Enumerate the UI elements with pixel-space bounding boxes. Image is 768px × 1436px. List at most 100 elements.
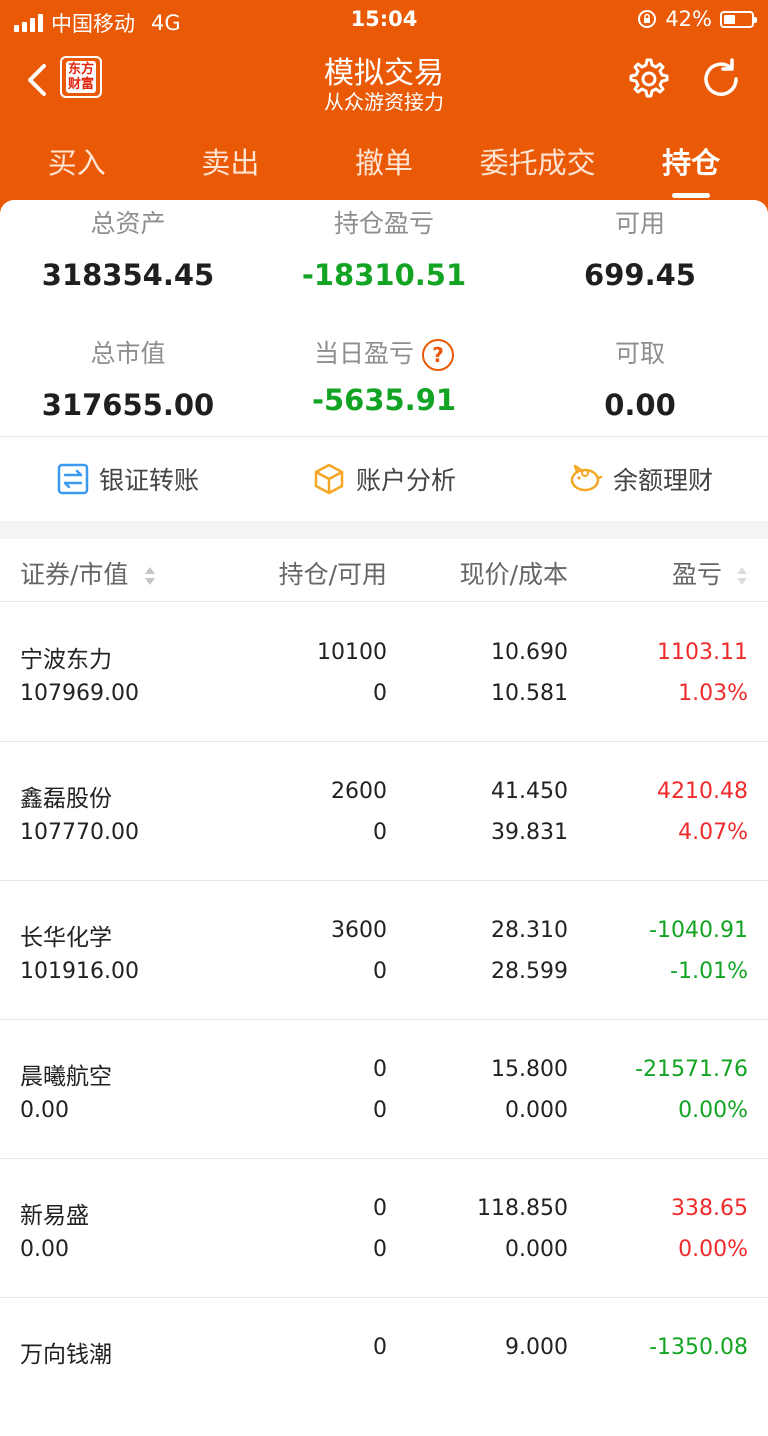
stock-market-value: 107770.00 xyxy=(20,820,139,845)
stock-pl-percent: 4.07% xyxy=(678,820,748,845)
holdings-table-header: 证券/市值 持仓/可用 现价/成本 盈亏 xyxy=(0,539,768,602)
daily-pl-value: -5635.91 xyxy=(311,383,457,417)
stock-quantity: 0 xyxy=(373,1335,387,1360)
box-icon xyxy=(314,463,344,495)
stock-pl: -1040.91 xyxy=(649,918,748,943)
total-assets: 总资产 318354.45 xyxy=(0,204,256,292)
piggy-bank-icon xyxy=(570,464,603,492)
battery-percent: 42% xyxy=(665,7,712,31)
stock-pl: 4210.48 xyxy=(657,779,748,804)
total-assets-value: 318354.45 xyxy=(41,258,215,292)
stock-price: 10.690 xyxy=(491,640,568,665)
daily-pl: 当日盈亏? -5635.91 xyxy=(256,334,512,422)
tab-positions[interactable]: 持仓 xyxy=(614,124,768,204)
account-summary: 总资产 318354.45 持仓盈亏 -18310.51 可用 699.45 总… xyxy=(0,200,768,436)
quick-actions: 银证转账 账户分析 余额理财 xyxy=(0,437,768,521)
market-value: 总市值 317655.00 xyxy=(0,334,256,422)
tab-buy[interactable]: 买入 xyxy=(0,124,154,204)
battery-icon xyxy=(720,10,757,28)
bank-transfer-button[interactable]: 银证转账 xyxy=(0,437,256,521)
stock-available: 0 xyxy=(373,1237,387,1262)
position-pl: 持仓盈亏 -18310.51 xyxy=(256,204,512,292)
stock-pl-percent: 0.00% xyxy=(678,1237,748,1262)
header-security: 证券/市值 xyxy=(20,560,129,589)
sort-icon xyxy=(737,567,747,585)
stock-cost: 10.581 xyxy=(491,681,568,706)
stock-available: 0 xyxy=(373,959,387,984)
tab-orders[interactable]: 委托成交 xyxy=(461,124,615,204)
stock-quantity: 10100 xyxy=(317,640,387,665)
sort-by-pl[interactable]: 盈亏 xyxy=(672,555,748,591)
stock-name: 鑫磊股份 xyxy=(20,786,112,812)
stock-pl: 1103.11 xyxy=(657,640,748,665)
withdrawable-label: 可取 xyxy=(614,339,665,368)
stock-cost: 28.599 xyxy=(491,959,568,984)
table-row[interactable]: 宁波东力 107969.00 10100 0 10.690 10.581 110… xyxy=(0,602,768,742)
available-funds: 可用 699.45 xyxy=(512,204,768,292)
stock-name: 宁波东力 xyxy=(20,647,112,673)
nav-bar: 东方 财富 模拟交易 从众游资接力 xyxy=(0,40,768,124)
account-analysis-label: 账户分析 xyxy=(355,466,456,495)
stock-cost: 0.000 xyxy=(505,1098,568,1123)
tab-sell[interactable]: 卖出 xyxy=(154,124,308,204)
stock-available: 0 xyxy=(373,820,387,845)
refresh-button[interactable] xyxy=(698,56,744,102)
stock-pl: -21571.76 xyxy=(635,1057,748,1082)
daily-pl-label: 当日盈亏 xyxy=(313,339,414,368)
stock-cost: 0.000 xyxy=(505,1237,568,1262)
stock-available: 0 xyxy=(373,1098,387,1123)
withdrawable-funds: 可取 0.00 xyxy=(512,334,768,422)
available-label: 可用 xyxy=(614,209,665,238)
settings-button[interactable] xyxy=(626,56,672,102)
sort-icon xyxy=(145,567,156,585)
stock-price: 28.310 xyxy=(491,918,568,943)
stock-price: 41.450 xyxy=(491,779,568,804)
trade-tabs: 买入 卖出 撤单 委托成交 持仓 xyxy=(0,124,768,204)
stock-market-value: 0.00 xyxy=(20,1098,69,1123)
header-pl: 盈亏 xyxy=(672,560,723,589)
position-pl-label: 持仓盈亏 xyxy=(333,209,434,238)
table-row[interactable]: 鑫磊股份 107770.00 2600 0 41.450 39.831 4210… xyxy=(0,741,768,881)
stock-market-value: 107969.00 xyxy=(20,681,139,706)
market-value-value: 317655.00 xyxy=(41,388,215,422)
transfer-icon xyxy=(57,463,89,495)
gear-icon xyxy=(629,58,669,98)
orientation-lock-icon xyxy=(638,10,657,28)
stock-quantity: 0 xyxy=(373,1057,387,1082)
stock-price: 9.000 xyxy=(505,1335,568,1360)
stock-cost: 39.831 xyxy=(491,820,568,845)
account-analysis-button[interactable]: 账户分析 xyxy=(256,437,512,521)
table-row[interactable]: 新易盛 0.00 0 0 118.850 0.000 338.65 0.00% xyxy=(0,1158,768,1298)
market-value-label: 总市值 xyxy=(90,339,166,368)
stock-price: 15.800 xyxy=(491,1057,568,1082)
stock-pl: -1350.08 xyxy=(649,1335,748,1360)
stock-available: 0 xyxy=(373,681,387,706)
stock-price: 118.850 xyxy=(477,1196,568,1221)
table-row[interactable]: 长华化学 101916.00 3600 0 28.310 28.599 -104… xyxy=(0,880,768,1020)
sort-by-security[interactable]: 证券/市值 xyxy=(20,555,156,591)
bank-transfer-label: 银证转账 xyxy=(98,466,199,495)
refresh-icon xyxy=(704,58,738,96)
withdrawable-value: 0.00 xyxy=(604,388,676,422)
stock-market-value: 0.00 xyxy=(20,1237,69,1262)
stock-pl-percent: 0.00% xyxy=(678,1098,748,1123)
balance-finance-label: 余额理财 xyxy=(612,466,713,495)
stock-pl-percent: -1.01% xyxy=(670,959,748,984)
table-row[interactable]: 万向钱潮 0 9.000 -1350.08 xyxy=(0,1297,768,1436)
total-assets-label: 总资产 xyxy=(90,209,166,238)
stock-quantity: 2600 xyxy=(331,779,387,804)
stock-name: 新易盛 xyxy=(20,1203,89,1229)
available-value: 699.45 xyxy=(584,258,696,292)
stock-name: 万向钱潮 xyxy=(20,1342,112,1368)
stock-name: 晨曦航空 xyxy=(20,1064,112,1090)
stock-pl: 338.65 xyxy=(671,1196,748,1221)
help-icon[interactable]: ? xyxy=(422,339,454,371)
stock-name: 长华化学 xyxy=(20,925,112,951)
battery-fill xyxy=(724,14,735,24)
status-bar: 中国移动 4G 15:04 42% xyxy=(0,0,768,40)
header-price: 现价/成本 xyxy=(459,560,568,589)
tab-cancel[interactable]: 撤单 xyxy=(307,124,461,204)
table-row[interactable]: 晨曦航空 0.00 0 0 15.800 0.000 -21571.76 0.0… xyxy=(0,1019,768,1159)
balance-finance-button[interactable]: 余额理财 xyxy=(512,437,768,521)
stock-pl-percent: 1.03% xyxy=(678,681,748,706)
